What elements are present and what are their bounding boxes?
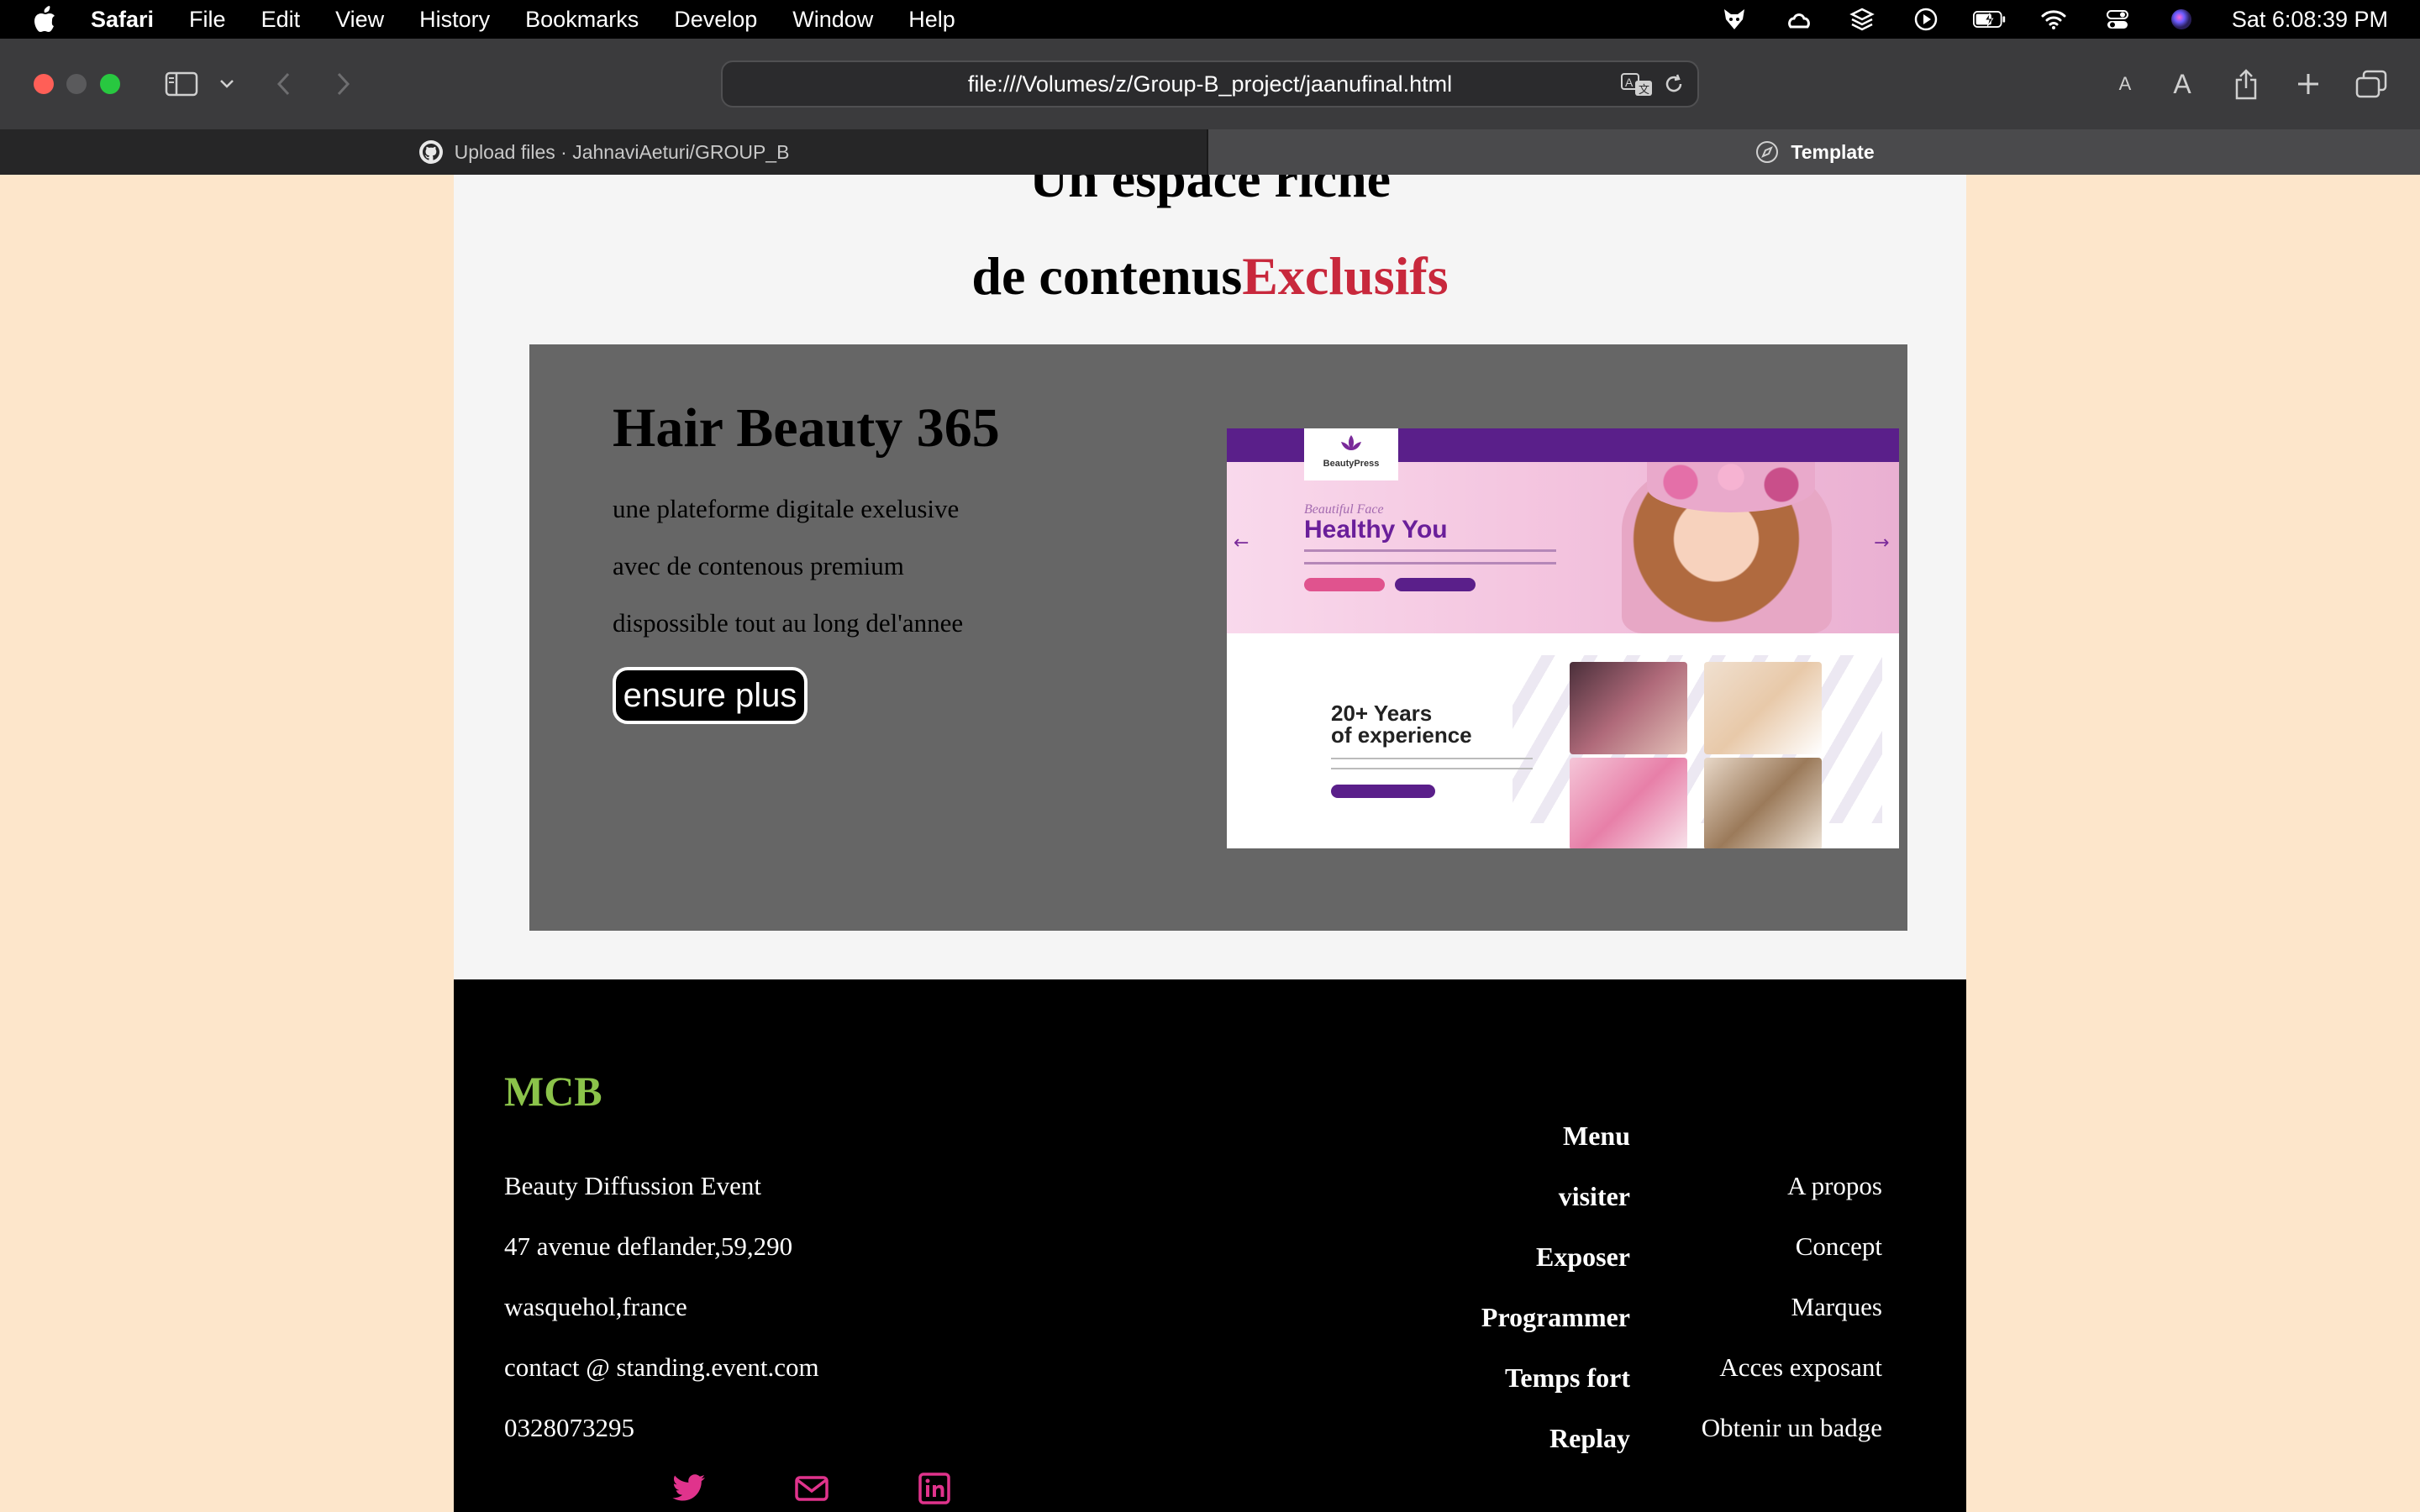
back-icon[interactable] [271, 66, 297, 102]
footer-link-a-propos[interactable]: A propos [1702, 1171, 1882, 1231]
url-text[interactable]: file:///Volumes/z/Group-B_project/jaanuf… [968, 71, 1452, 97]
hero-title-accent: Exclusifs [1242, 246, 1449, 306]
menu-bookmarks[interactable]: Bookmarks [525, 7, 639, 33]
share-icon[interactable] [2232, 66, 2260, 102]
control-center-icon[interactable] [2101, 7, 2134, 32]
zoom-window-button[interactable] [100, 74, 120, 94]
browser-toolbar: file:///Volumes/z/Group-B_project/jaanuf… [0, 39, 2420, 129]
preview-right-arrow-icon: → [1874, 533, 1890, 554]
preview-photo [1570, 758, 1687, 848]
footer-address-line: Beauty Diffussion Event [504, 1171, 761, 1200]
creative-cloud-icon[interactable] [1781, 7, 1815, 32]
reload-icon[interactable] [1662, 72, 1686, 102]
menu-file[interactable]: File [189, 7, 226, 33]
new-tab-icon[interactable] [2294, 66, 2323, 102]
tab-template[interactable]: Template [1208, 129, 2420, 175]
preview-button-pink [1304, 578, 1385, 591]
feature-description-line: une plateforme digitale exelusive [613, 494, 960, 523]
menu-app-safari[interactable]: Safari [91, 7, 154, 33]
menu-view[interactable]: View [335, 7, 384, 33]
footer-menu: Menu visiter Exposer Programmer Temps fo… [1481, 1121, 1630, 1483]
mail-icon[interactable] [793, 1470, 830, 1507]
feature-title: Hair Beauty 365 [613, 397, 1000, 459]
footer-address-line: 47 avenue deflander,59,290 [504, 1231, 793, 1261]
tab-bar: Upload files · JahnaviAeturi/GROUP_B Tem… [0, 129, 2420, 175]
website-preview-image: BeautyPress Beautiful Face Healthy You ←… [1227, 428, 1899, 848]
svg-text:A: A [1625, 76, 1634, 89]
play-circle-icon[interactable] [1909, 7, 1943, 32]
layers-icon[interactable] [1845, 7, 1879, 32]
close-window-button[interactable] [34, 74, 54, 94]
forward-icon[interactable] [329, 66, 356, 102]
menu-help[interactable]: Help [908, 7, 955, 33]
footer-phone: 0328073295 [504, 1413, 634, 1442]
web-page: Un espace riche de contenusExclusifs Hai… [454, 175, 1966, 1512]
preview-left-arrow-icon: ← [1234, 533, 1249, 554]
menu-edit[interactable]: Edit [261, 7, 301, 33]
siri-icon[interactable] [2165, 7, 2198, 32]
preview-appointment-button [1331, 785, 1435, 798]
tab-upload-files[interactable]: Upload files · JahnaviAeturi/GROUP_B [0, 129, 1208, 175]
text-smaller-icon[interactable]: A [2112, 66, 2138, 102]
menu-window[interactable]: Window [792, 7, 873, 33]
hero-title-prefix: de contenus [971, 246, 1243, 306]
hero-title-line2: de contenusExclusifs [454, 245, 1966, 307]
footer-menu-visiter[interactable]: visiter [1481, 1181, 1630, 1242]
preview-paragraph [1331, 758, 1533, 769]
tab-overview-icon[interactable] [2354, 66, 2388, 102]
chevron-down-icon[interactable] [217, 66, 237, 102]
preview-photo [1570, 662, 1687, 754]
wifi-icon[interactable] [2037, 7, 2070, 32]
text-larger-icon[interactable]: A [2168, 66, 2196, 102]
address-bar[interactable]: file:///Volumes/z/Group-B_project/jaanuf… [721, 60, 1699, 108]
footer-brand: MCB [504, 1068, 602, 1115]
preview-headline: Healthy You [1304, 516, 1448, 543]
footer-menu-temps-fort[interactable]: Temps fort [1481, 1362, 1630, 1423]
footer-link-marques[interactable]: Marques [1702, 1292, 1882, 1352]
battery-icon[interactable] [1972, 7, 2007, 32]
linkedin-icon[interactable] [916, 1470, 953, 1507]
footer-links: A propos Concept Marques Acces exposant … [1702, 1171, 1882, 1473]
footer-email: contact @ standing.event.com [504, 1352, 819, 1382]
footer-link-obtenir-badge[interactable]: Obtenir un badge [1702, 1413, 1882, 1473]
footer-link-concept[interactable]: Concept [1702, 1231, 1882, 1292]
hero-title-line1: Un espace riche [1028, 175, 1392, 208]
translate-icon[interactable]: A文 [1620, 71, 1654, 103]
preview-decoration [1512, 655, 1882, 823]
sidebar-toggle-icon[interactable] [163, 66, 200, 102]
preview-photo [1704, 758, 1822, 848]
ensure-plus-button[interactable]: ensure plus [613, 667, 808, 724]
menu-bar: Safari File Edit View History Bookmarks … [0, 0, 2420, 39]
site-footer: MCB Beauty Diffussion Event 47 avenue de… [454, 979, 1966, 1512]
preview-photo [1704, 662, 1822, 754]
preview-logo: BeautyPress [1304, 428, 1398, 480]
svg-text:文: 文 [1639, 84, 1649, 97]
feature-description-line: dispossible tout au long del'annee [613, 608, 964, 638]
compass-icon [1754, 139, 1781, 165]
preview-button-purple [1395, 578, 1476, 591]
menu-history[interactable]: History [419, 7, 490, 33]
footer-address-line: wasquehol,france [504, 1292, 687, 1321]
tab-label: Template [1791, 140, 1875, 163]
tab-label: Upload files · JahnaviAeturi/GROUP_B [454, 140, 790, 163]
menu-develop[interactable]: Develop [674, 7, 757, 33]
footer-menu-exposer[interactable]: Exposer [1481, 1242, 1630, 1302]
footer-menu-programmer[interactable]: Programmer [1481, 1302, 1630, 1362]
footer-menu-replay[interactable]: Replay [1481, 1423, 1630, 1483]
feature-card: Hair Beauty 365 une plateforme digitale … [529, 344, 1907, 931]
feature-description-line: avec de contenous premium [613, 551, 904, 580]
footer-menu-heading: Menu [1563, 1121, 1630, 1151]
preview-subtext [1304, 549, 1556, 564]
twitter-icon[interactable] [671, 1470, 708, 1507]
apple-icon[interactable] [34, 6, 57, 33]
github-icon [418, 139, 445, 165]
preview-years-text: 20+ Years of experience [1331, 701, 1472, 748]
fox-extension-icon[interactable] [1718, 7, 1751, 32]
footer-link-acces-exposant[interactable]: Acces exposant [1702, 1352, 1882, 1413]
minimize-window-button[interactable] [66, 74, 87, 94]
menu-clock[interactable]: Sat 6:08:39 PM [2232, 7, 2388, 33]
preview-flower-crown [1647, 462, 1815, 512]
